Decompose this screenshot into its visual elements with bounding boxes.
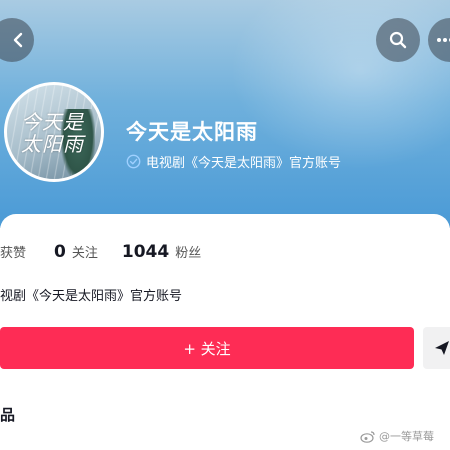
share-button[interactable] xyxy=(423,327,450,369)
followers-count[interactable]: 1044 xyxy=(122,242,169,262)
weibo-icon xyxy=(360,430,375,443)
verification-text: 电视剧《今天是太阳雨》官方账号 xyxy=(146,156,342,171)
likes-label[interactable]: 获赞 xyxy=(0,242,26,261)
verification-row: 电视剧《今天是太阳雨》官方账号 xyxy=(126,152,341,171)
watermark: @一等草莓 xyxy=(360,428,434,444)
back-icon xyxy=(13,32,23,48)
header-glow xyxy=(230,0,450,170)
profile-name: 今天是太阳雨 xyxy=(126,120,258,144)
stats-row: 获赞 0 关注 1044 粉丝 xyxy=(0,242,201,262)
watermark-text: @一等草莓 xyxy=(379,430,434,443)
follow-button[interactable]: + 关注 xyxy=(0,327,414,369)
verified-icon xyxy=(126,154,141,169)
profile-header: 今天是 太阳雨 今天是太阳雨 电视剧《今天是太阳雨》官方账号 xyxy=(0,0,450,228)
followers-label[interactable]: 粉丝 xyxy=(175,242,201,261)
share-icon xyxy=(435,341,449,355)
follow-label: + 关注 xyxy=(183,339,231,358)
bio-text: 视剧《今天是太阳雨》官方账号 xyxy=(0,289,183,304)
tab-works[interactable]: 品 xyxy=(0,404,15,425)
avatar[interactable]: 今天是 太阳雨 xyxy=(4,82,104,182)
search-button[interactable] xyxy=(376,18,420,62)
more-icon xyxy=(437,38,450,42)
back-button[interactable] xyxy=(0,18,34,62)
following-count[interactable]: 0 xyxy=(54,242,66,262)
search-icon xyxy=(389,31,407,49)
following-label[interactable]: 关注 xyxy=(72,242,98,261)
avatar-logo-text: 今天是 太阳雨 xyxy=(21,110,84,156)
